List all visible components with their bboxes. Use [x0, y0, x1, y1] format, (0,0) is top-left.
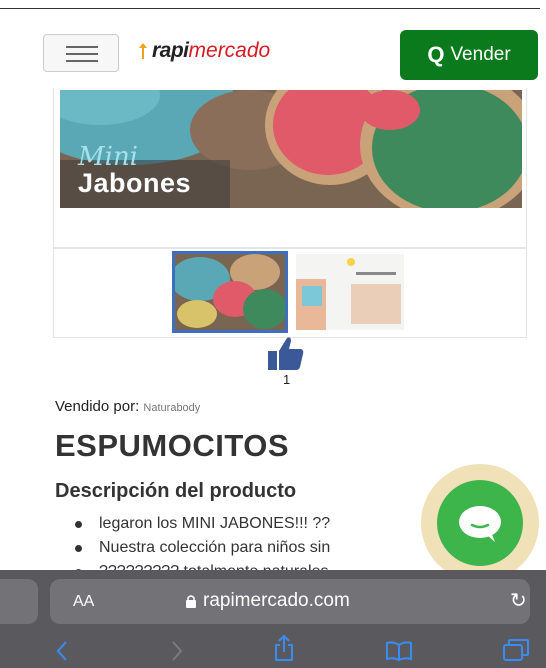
- reload-icon[interactable]: ↻: [510, 588, 527, 613]
- vender-icon: Q: [427, 42, 445, 67]
- like-count: 1: [283, 372, 291, 387]
- vender-label: Vender: [450, 44, 511, 65]
- vender-button[interactable]: Q Vender: [400, 30, 538, 80]
- url-text: rapimercado.com: [203, 590, 350, 611]
- menu-button[interactable]: [43, 34, 119, 72]
- chat-bubble-icon: [459, 506, 501, 542]
- site-logo[interactable]: rapi mercado: [138, 39, 270, 63]
- thumbnail-strip: [53, 248, 527, 338]
- thumbnail-2-image: [296, 254, 404, 330]
- browser-nav-row: [0, 632, 546, 668]
- caption-jabones: Jabones: [78, 168, 192, 198]
- logo-mark-icon: [139, 43, 147, 59]
- forward-icon[interactable]: [170, 640, 184, 662]
- seller-link[interactable]: Naturabody: [143, 402, 200, 414]
- sold-by: Vendido por: Naturabody: [55, 398, 200, 415]
- sold-by-label: Vendido por:: [55, 398, 140, 415]
- thumbnail-1[interactable]: [172, 251, 288, 333]
- lock-icon: [186, 595, 196, 608]
- previous-tab-url-bar[interactable]: [0, 579, 38, 624]
- thumbnail-1-image: [175, 254, 285, 330]
- list-item: legaron los MINI JABONES!!! ??: [75, 512, 330, 536]
- tabs-icon[interactable]: [502, 638, 530, 662]
- description-heading: Descripción del producto: [55, 480, 297, 502]
- bookmarks-icon[interactable]: [385, 640, 413, 662]
- logo-text-rapi: rapi: [152, 39, 189, 62]
- caption-mini: Mini: [78, 142, 138, 172]
- product-image-caption: Mini Jabones: [78, 142, 192, 198]
- reader-settings-button[interactable]: AA: [73, 593, 94, 611]
- list-item: Nuestra colección para niños sin: [75, 536, 330, 560]
- menu-icon-line: [66, 53, 98, 55]
- share-icon[interactable]: [273, 634, 295, 662]
- product-title: ESPUMOCITOS: [55, 428, 290, 463]
- menu-icon: [66, 46, 98, 48]
- url-display[interactable]: rapimercado.com: [185, 590, 350, 612]
- back-icon[interactable]: [55, 640, 69, 662]
- menu-icon-line: [66, 60, 98, 62]
- chat-button[interactable]: [437, 480, 523, 566]
- thumbs-up-icon[interactable]: [268, 336, 304, 370]
- logo-text-mercado: mercado: [188, 39, 271, 62]
- thumbnail-2[interactable]: [296, 254, 404, 330]
